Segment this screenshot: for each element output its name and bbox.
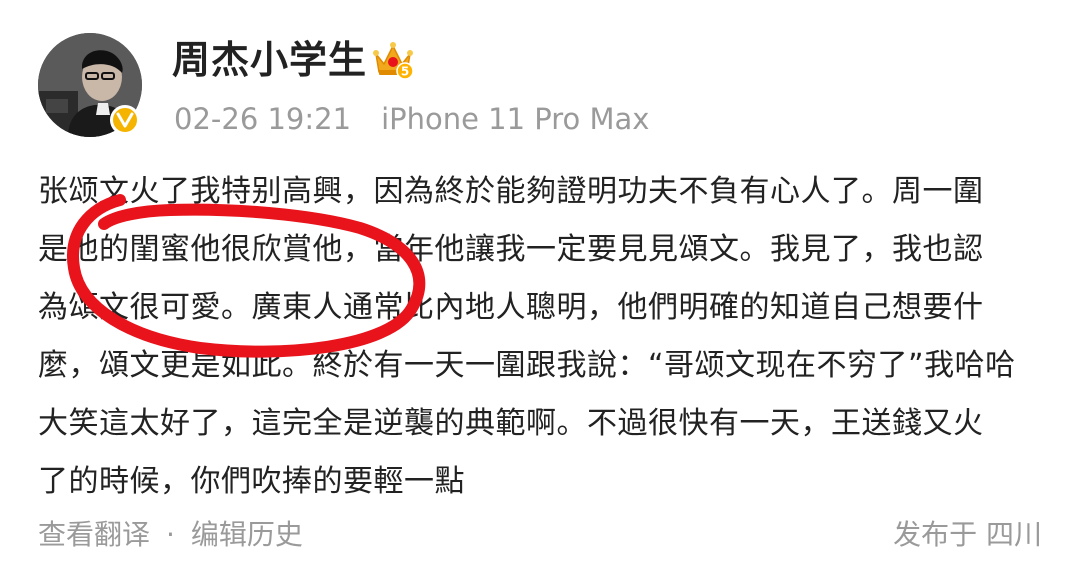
post-text-line: 是他的閨蜜他很欣賞他，當年他讓我一定要見見頌文。我見了，我也認 [38,232,984,267]
post-meta: 02-26 19:21 iPhone 11 Pro Max [174,98,649,140]
post-text-line: 為頌文很可愛。廣東人通常比內地人聰明，他們明確的知道自己想要什 [38,290,984,325]
edit-history-link[interactable]: 编辑历史 [191,518,303,551]
view-translation-link[interactable]: 查看翻译 [38,518,150,551]
timestamp: 02-26 19:21 [174,102,352,136]
post-location: 发布于 四川 [893,518,1042,551]
device-source: iPhone 11 Pro Max [381,102,650,136]
avatar[interactable] [38,33,142,137]
separator-dot: · [166,518,175,551]
post-text-line: 麼，頌文更是如此。終於有一天一圍跟我說：“哥颂文现在不穷了”我哈哈 [38,348,1016,383]
post-content: 张颂文火了我特别高興，因為終於能夠證明功夫不負有心人了。周一圍 是他的閨蜜他很欣… [38,163,1048,511]
username[interactable]: 周杰小学生 [172,34,367,86]
text-fade-overlay [478,470,748,506]
post-text-line: 大笑這太好了，這完全是逆襲的典範啊。不過很快有一天，王送錢又火 [38,406,984,441]
post-text-line: 张颂文火了我特别高興，因為終於能夠證明功夫不負有心人了。周一圍 [38,174,984,209]
post-footer: 查看翻译 · 编辑历史 发布于 四川 [38,512,1042,558]
verified-v-icon [110,105,140,135]
level-number: 5 [401,65,409,79]
vip-crown-icon[interactable]: 5 [372,40,414,80]
weibo-post: 周杰小学生 5 02-26 19:21 iPhone 11 Pro Max 张颂文… [0,0,1080,562]
